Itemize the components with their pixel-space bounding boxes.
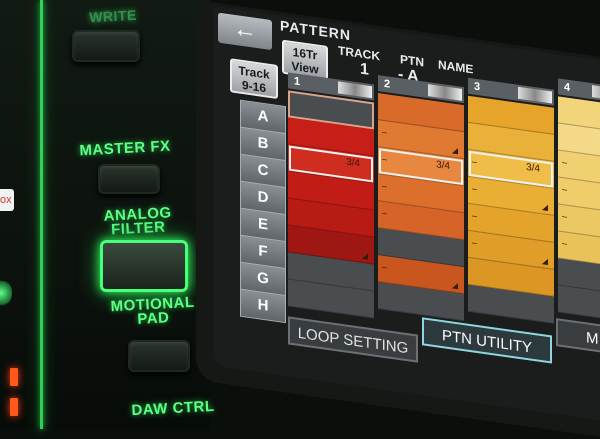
cell-marker: – xyxy=(382,207,388,219)
track-number: 1 xyxy=(294,75,301,89)
analog-filter-button[interactable] xyxy=(100,240,188,292)
track-number: 3 xyxy=(474,80,481,94)
led-indicator xyxy=(10,398,18,416)
cell-length: 3/4 xyxy=(436,159,450,173)
pattern-cell[interactable] xyxy=(558,285,600,323)
ptn-utility-button[interactable]: PTN UTILITY xyxy=(422,317,552,364)
track-header: TRACK xyxy=(338,43,380,64)
cell-marker: – xyxy=(472,156,478,167)
triangle-icon: ◢ xyxy=(541,202,548,212)
instrument-thumbnail xyxy=(338,81,372,99)
row-label-h[interactable]: H xyxy=(240,288,286,324)
motional-pad-label: MOTIONAL PAD xyxy=(110,293,195,328)
panel-edge-light xyxy=(40,0,43,429)
triangle-icon: ◢ xyxy=(541,256,548,266)
instrument-thumbnail xyxy=(592,85,600,102)
cell-marker: – xyxy=(382,126,388,138)
instrument-thumbnail xyxy=(518,86,552,104)
back-button[interactable]: ← xyxy=(218,12,272,51)
track-number: 2 xyxy=(384,77,391,91)
master-fx-button[interactable] xyxy=(98,164,160,194)
cell-marker: – xyxy=(562,156,568,168)
cell-marker: – xyxy=(382,261,388,273)
arrow-left-icon: ← xyxy=(233,14,257,46)
instrument-thumbnail xyxy=(428,84,462,101)
loop-setting-button[interactable]: LOOP SETTING xyxy=(288,316,418,363)
cell-marker: – xyxy=(562,210,568,222)
led-indicator xyxy=(10,368,18,386)
cell-length: 3/4 xyxy=(526,161,540,175)
track-number: 4 xyxy=(564,81,571,95)
cell-marker: – xyxy=(382,180,388,192)
track-value: 1 xyxy=(360,60,369,79)
pattern-screen: ← PATTERN 16Tr View TRACK 1 PTN - A NAME… xyxy=(214,6,600,423)
triangle-icon: ◢ xyxy=(361,250,368,261)
write-button[interactable] xyxy=(72,30,140,62)
analog-filter-label: ANALOG FILTER xyxy=(103,204,173,239)
cell-marker: – xyxy=(382,153,388,165)
tooltip-text: ox xyxy=(0,194,12,206)
cell-marker: – xyxy=(472,183,478,194)
cell-marker: – xyxy=(472,237,478,248)
cell-length: 3/4 xyxy=(346,156,360,170)
cell-marker: – xyxy=(562,183,568,195)
triangle-icon: ◢ xyxy=(451,280,458,291)
track-range-button[interactable]: Track 9-16 xyxy=(230,58,278,99)
triangle-icon: ◢ xyxy=(451,145,458,156)
motional-pad-button[interactable] xyxy=(128,340,190,372)
cell-marker: – xyxy=(472,210,478,221)
more-button[interactable]: M xyxy=(556,318,600,358)
cell-marker: – xyxy=(562,237,568,249)
tooltip: ox xyxy=(0,189,14,211)
name-header: NAME xyxy=(438,57,474,77)
